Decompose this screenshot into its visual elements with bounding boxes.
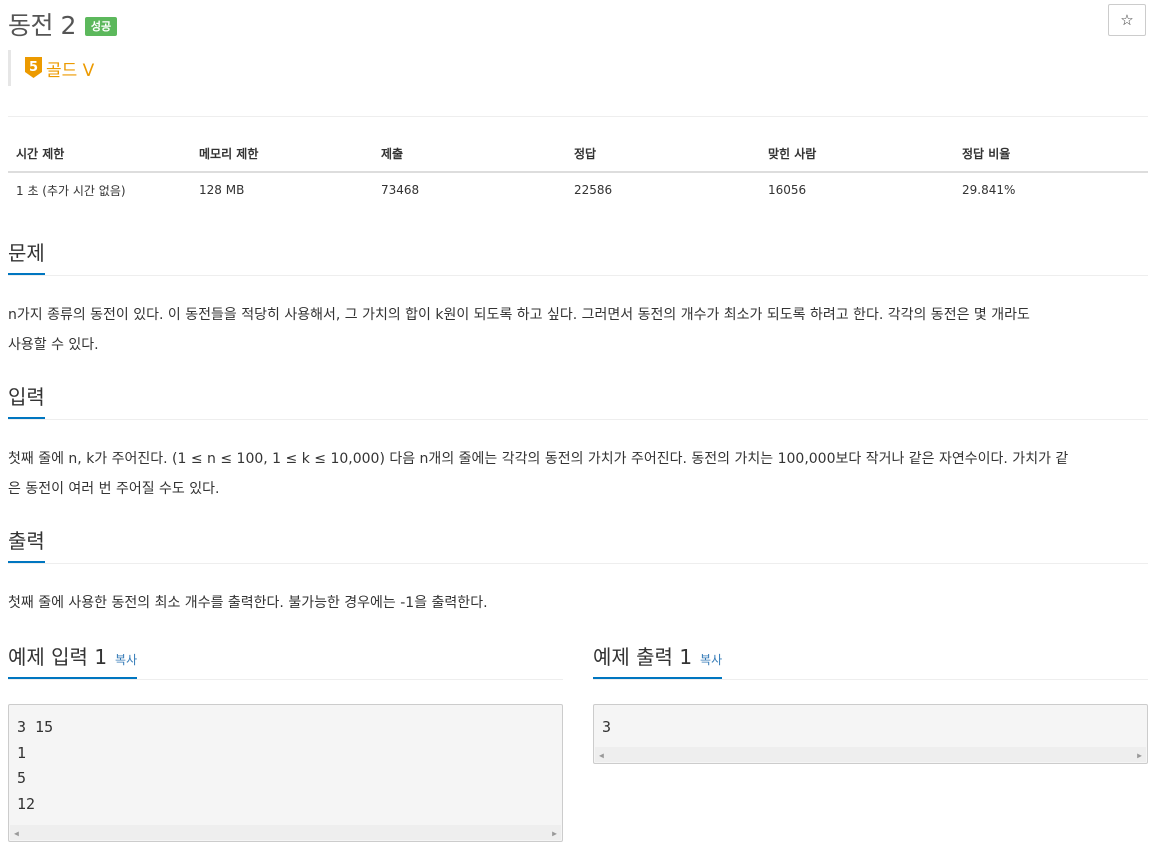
sample-output-heading-wrap: 예제 출력 1 복사 bbox=[593, 642, 723, 679]
status-badge: 성공 bbox=[84, 16, 118, 36]
problem-description-line: 사용할 수 있다. bbox=[8, 337, 99, 353]
header-solved-users: 맞힌 사람 bbox=[760, 136, 954, 173]
sample-input-line: 3 15 bbox=[17, 718, 54, 736]
header-submissions: 제출 bbox=[373, 136, 566, 173]
sample-input-header: 예제 입력 1 복사 bbox=[8, 642, 563, 680]
accepted-value: 22586 bbox=[574, 183, 613, 197]
sample-input-heading: 예제 입력 1 bbox=[8, 645, 108, 669]
sample-output-heading: 예제 출력 1 bbox=[593, 645, 693, 669]
problem-heading: 문제 bbox=[8, 238, 45, 275]
sample-input-box[interactable]: 3 15 1 5 12 ◀ ▶ bbox=[8, 704, 563, 842]
divider bbox=[8, 116, 1148, 117]
problem-info-table: 시간 제한 메모리 제한 제출 정답 맞힌 사람 정답 비율 1 초 (추가 시… bbox=[8, 136, 1148, 207]
sample-output-line: 3 bbox=[602, 718, 612, 736]
problem-title: 동전 2 bbox=[8, 11, 76, 40]
problem-description-line: n가지 종류의 동전이 있다. 이 동전들을 적당히 사용해서, 그 가치의 합… bbox=[8, 307, 1030, 323]
header-accepted: 정답 bbox=[566, 136, 760, 173]
problem-section-header: 문제 bbox=[8, 238, 1148, 276]
output-heading: 출력 bbox=[8, 526, 45, 563]
sample-input-line: 5 bbox=[17, 769, 27, 787]
copy-sample-output-button[interactable]: 복사 bbox=[700, 653, 722, 667]
sample-output-box[interactable]: 3 ◀ ▶ bbox=[593, 704, 1148, 764]
copy-sample-input-button[interactable]: 복사 bbox=[115, 653, 137, 667]
sample-input-heading-wrap: 예제 입력 1 복사 bbox=[8, 642, 138, 679]
scroll-left-arrow-icon[interactable]: ◀ bbox=[14, 829, 19, 838]
accept-ratio-value: 29.841% bbox=[962, 183, 1016, 197]
submissions-value[interactable]: 73468 bbox=[373, 172, 566, 207]
problem-description: n가지 종류의 동전이 있다. 이 동전들을 적당히 사용해서, 그 가치의 합… bbox=[8, 300, 1153, 360]
tier-box: 5 골드 V bbox=[8, 50, 94, 86]
sample-input-line: 1 bbox=[17, 743, 27, 762]
sample-output-header: 예제 출력 1 복사 bbox=[593, 642, 1148, 680]
sample-input-line: 12 bbox=[17, 794, 36, 813]
tier-label[interactable]: 골드 V bbox=[46, 56, 94, 81]
output-description-line: 첫째 줄에 사용한 동전의 최소 개수를 출력한다. 불가능한 경우에는 -1을… bbox=[8, 595, 488, 611]
solved-users-value[interactable]: 16056 bbox=[760, 172, 954, 207]
input-description: 첫째 줄에 n, k가 주어진다. (1 ≤ n ≤ 100, 1 ≤ k ≤ … bbox=[8, 444, 1153, 504]
input-heading: 입력 bbox=[8, 382, 45, 419]
scroll-right-arrow-icon[interactable]: ▶ bbox=[1137, 751, 1142, 760]
title-row: 동전 2 성공 bbox=[8, 6, 118, 42]
input-description-line: 은 동전이 여러 번 주어질 수도 있다. bbox=[8, 481, 220, 497]
scroll-left-arrow-icon[interactable]: ◀ bbox=[599, 751, 604, 760]
input-section-header: 입력 bbox=[8, 382, 1148, 420]
tier-number: 5 bbox=[29, 60, 38, 75]
horizontal-scrollbar[interactable]: ◀ ▶ bbox=[595, 747, 1146, 762]
scroll-right-arrow-icon[interactable]: ▶ bbox=[552, 829, 557, 838]
header-time-limit: 시간 제한 bbox=[8, 136, 191, 173]
table-row: 1 초 (추가 시간 없음) 128 MB 73468 22586 16056 … bbox=[8, 172, 1148, 207]
star-icon: ☆ bbox=[1120, 11, 1134, 29]
time-limit-value: 1 초 (추가 시간 없음) bbox=[16, 183, 126, 198]
star-button[interactable]: ☆ bbox=[1108, 4, 1146, 36]
gold-5-tier-icon: 5 bbox=[25, 56, 42, 78]
header-accept-ratio: 정답 비율 bbox=[954, 136, 1148, 173]
output-description: 첫째 줄에 사용한 동전의 최소 개수를 출력한다. 불가능한 경우에는 -1을… bbox=[8, 588, 1153, 618]
table-header-row: 시간 제한 메모리 제한 제출 정답 맞힌 사람 정답 비율 bbox=[8, 136, 1148, 173]
header-memory-limit: 메모리 제한 bbox=[191, 136, 373, 173]
input-description-line: 첫째 줄에 n, k가 주어진다. (1 ≤ n ≤ 100, 1 ≤ k ≤ … bbox=[8, 451, 1069, 467]
output-section-header: 출력 bbox=[8, 526, 1148, 564]
memory-limit-value: 128 MB bbox=[199, 183, 245, 197]
horizontal-scrollbar[interactable]: ◀ ▶ bbox=[10, 825, 561, 840]
